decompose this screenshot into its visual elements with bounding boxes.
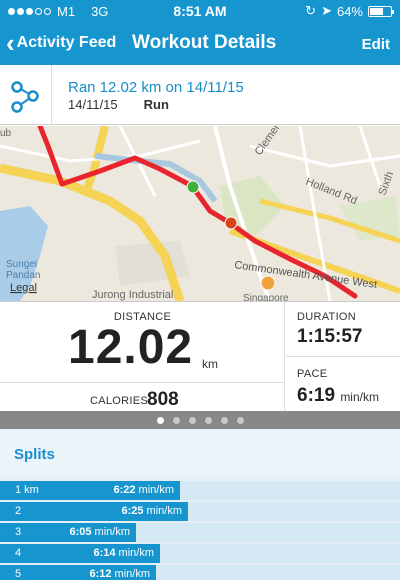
split-pace-unit: min/km xyxy=(118,547,154,559)
pace-unit: min/km xyxy=(340,390,379,404)
duration-label: DURATION xyxy=(297,311,357,323)
split-pace-unit: min/km xyxy=(94,526,130,538)
distance-unit: km xyxy=(202,357,218,371)
map-label: Jurong Industrial xyxy=(92,289,173,301)
split-pace: 6:14 min/km xyxy=(93,547,154,559)
page-dot[interactable] xyxy=(236,416,244,424)
page-dot[interactable] xyxy=(156,416,164,424)
stats-panel: DISTANCE 12.02 km CALORIES 808 DURATION … xyxy=(0,301,400,412)
splits-header: Splits xyxy=(0,429,400,477)
split-row: 2 6:25 min/km xyxy=(0,502,400,521)
splits-list: 1 km 6:22 min/km 2 6:25 min/km 3 6:05 min/km 4… xyxy=(0,477,400,580)
activity-subtitle: 14/11/15 Run xyxy=(68,97,169,112)
split-pace-value: 6:05 xyxy=(69,526,95,538)
battery-percent: 64% xyxy=(336,3,363,19)
workout-details-screen: M1 3G 8:51 AM ↻ ➤ 64% ‹ Activity Feed Wo… xyxy=(0,0,400,580)
back-button[interactable]: ‹ Activity Feed xyxy=(6,28,117,58)
duration-value: 1:15:57 xyxy=(297,326,363,347)
calories-row: CALORIES 808 xyxy=(0,382,285,412)
distance-value: 12.02 xyxy=(68,321,194,374)
split-pace: 6:22 min/km xyxy=(113,484,174,496)
split-km-label: 2 xyxy=(15,505,22,517)
activity-date: 14/11/15 xyxy=(68,97,118,112)
split-km-label: 1 km xyxy=(15,484,39,496)
activity-header[interactable]: Ran 12.02 km on 14/11/15 14/11/15 Run xyxy=(0,65,400,125)
page-indicator[interactable] xyxy=(0,411,400,429)
activity-type: Run xyxy=(143,97,169,112)
pace-row: PACE 6:19 min/km xyxy=(286,356,400,412)
page-dot[interactable] xyxy=(220,416,228,424)
split-row: 4 6:14 min/km xyxy=(0,544,400,563)
split-pace-unit: min/km xyxy=(138,484,174,496)
split-km-label: 3 xyxy=(15,526,22,538)
top-bar: M1 3G 8:51 AM ↻ ➤ 64% ‹ Activity Feed Wo… xyxy=(0,0,400,65)
split-pace: 6:12 min/km xyxy=(89,568,150,580)
duration-pace-panel: DURATION 1:15:57 PACE 6:19 min/km xyxy=(286,302,400,412)
split-pace-value: 6:25 xyxy=(121,505,147,517)
page-dot[interactable] xyxy=(188,416,196,424)
map-legal-link: Legal xyxy=(10,282,37,294)
pace-label: PACE xyxy=(297,368,328,380)
pace-value: 6:19 xyxy=(297,385,336,406)
map-label: Sungei xyxy=(6,259,37,270)
navigation-bar: ‹ Activity Feed Workout Details Edit xyxy=(0,24,400,64)
calories-label: CALORIES xyxy=(90,395,149,407)
activity-title: Ran 12.02 km on 14/11/15 xyxy=(68,79,244,96)
status-right: ↻ ➤ 64% xyxy=(305,3,394,19)
pace-value-container: 6:19 min/km xyxy=(297,385,379,407)
split-pace-value: 6:12 xyxy=(89,568,115,580)
split-pace-unit: min/km xyxy=(114,568,150,580)
map-label: ub xyxy=(0,128,12,139)
split-pace-unit: min/km xyxy=(146,505,182,517)
route-map[interactable]: Clemen Sixth Holland Rd Commonwealth Ave… xyxy=(0,126,400,301)
distance-panel: DISTANCE 12.02 km CALORIES 808 xyxy=(0,302,285,412)
split-pace: 6:25 min/km xyxy=(121,505,182,517)
split-row: 1 km 6:22 min/km xyxy=(0,481,400,500)
route-icon xyxy=(0,65,52,125)
map-label: Pandan xyxy=(6,270,40,281)
rotation-lock-icon: ↻ xyxy=(305,3,317,18)
page-dot[interactable] xyxy=(204,416,212,424)
edit-button[interactable]: Edit xyxy=(362,36,390,53)
status-bar: M1 3G 8:51 AM ↻ ➤ 64% xyxy=(0,0,400,22)
location-arrow-icon: ➤ xyxy=(321,3,332,18)
back-button-label: Activity Feed xyxy=(16,34,117,51)
split-pace-value: 6:22 xyxy=(113,484,139,496)
calories-value: 808 xyxy=(147,389,179,410)
split-pace: 6:05 min/km xyxy=(69,526,130,538)
splits-title: Splits xyxy=(14,446,55,463)
split-km-label: 4 xyxy=(15,547,22,559)
split-pace-value: 6:14 xyxy=(93,547,119,559)
split-row: 5 6:12 min/km xyxy=(0,565,400,580)
split-km-label: 5 xyxy=(15,568,22,580)
chevron-left-icon: ‹ xyxy=(6,28,15,58)
page-title: Workout Details xyxy=(132,32,277,53)
split-row: 3 6:05 min/km xyxy=(0,523,400,542)
page-dot[interactable] xyxy=(172,416,180,424)
map-label: Singapore xyxy=(243,293,289,301)
battery-icon xyxy=(368,5,394,17)
